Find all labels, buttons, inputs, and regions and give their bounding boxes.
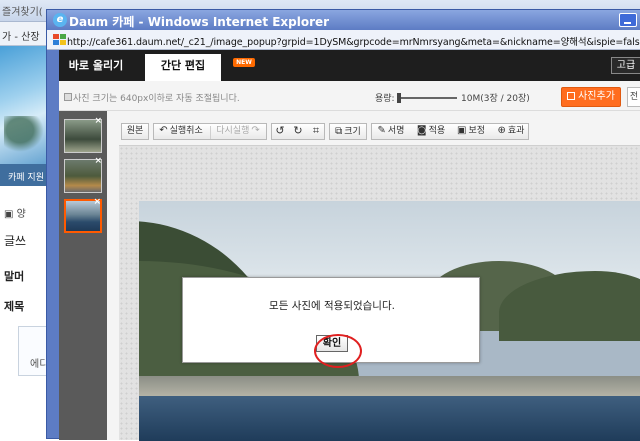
resize-icon: ⧉ [335,126,343,137]
tab-simple-edit[interactable]: 간단 편집 [145,54,221,81]
background-title: 즐겨찾기( [2,7,43,18]
resize-button[interactable]: ⧉ 크기 [329,123,367,140]
tab-advanced[interactable]: 고급 [611,57,640,74]
apply-label: 적용 [428,126,446,136]
redo-label: 다시실행 [216,126,250,136]
popup-titlebar[interactable]: e Daum 카페 - Windows Internet Explorer [47,10,640,30]
add-photo-button[interactable]: 사진추가 [561,87,621,107]
photo-editor-app: 바로 올리기 간단 편집 NEW 고급 사진 크기는 640px이하로 자동 조… [59,50,640,441]
more-button[interactable]: 전 [627,87,640,107]
minimize-button[interactable] [619,13,637,27]
palm-tree-icon [4,116,44,152]
add-photo-icon [567,92,576,100]
redo-button[interactable]: 다시실행 ↷ [211,123,267,140]
url-text[interactable]: http://cafe361.daum.net/_c21_/image_popu… [67,34,640,48]
rotate-left-button[interactable]: ↺ [271,123,289,140]
effect-label: 효과 [507,126,525,136]
crop-button[interactable]: ⌗ [307,123,325,140]
background-item-1: ▣ 양 [4,209,26,220]
capacity-label: 용량: [375,94,395,104]
background-item-4: 제목 [4,300,25,313]
capacity-value: 10M(3장 / 20장) [461,94,530,104]
thumbnail-1[interactable]: × [64,116,102,153]
popup-title: Daum 카페 - Windows Internet Explorer [69,15,330,29]
address-bar[interactable]: http://cafe361.daum.net/_c21_/image_popu… [47,30,640,50]
undo-label: 실행취소 [169,126,203,136]
cafe-support-label: 카페 지원 [8,173,44,183]
rotate-crop-group: ↺ ↻ ⌗ [271,123,325,140]
undo-redo-group: ↶ 실행취소 다시실행 ↷ [153,123,267,140]
thumbnail-3[interactable]: × [64,197,102,233]
edit-toolbar: 원본 ↶ 실행취소 다시실행 ↷ ↺ ↻ ⌗ ⧉ 크기 ✎ 서명 ◙ 적용 ▣ 보정 ⊕ 효과 [119,123,640,143]
info-note-icon [64,93,72,101]
info-bar: 사진 크기는 640px이하로 자동 조절됩니다. 용량: 10M(3장 / 2… [59,81,640,111]
camera-icon: ◙ [416,125,427,136]
background-item-3: 말머 [4,270,25,283]
background-item-2: 글쓰 [4,234,27,248]
thumbnail-strip: × × × [59,111,107,440]
internet-explorer-icon: e [53,13,67,27]
thumbnail-2[interactable]: × [64,156,102,193]
add-photo-label: 사진추가 [578,91,615,102]
new-badge: NEW [233,58,255,67]
monitor-icon: ▣ [456,125,467,136]
photo-shore [139,376,640,398]
popup-ie-window: e Daum 카페 - Windows Internet Explorer ht… [46,9,640,441]
undo-button[interactable]: ↶ 실행취소 [153,123,209,140]
editor-tabbar: 바로 올리기 간단 편집 NEW 고급 [59,50,640,81]
remove-thumbnail-3-icon[interactable]: × [93,197,101,207]
dialog-message: 모든 사진에 적용되었습니다. [269,300,395,312]
rotate-right-button[interactable]: ↻ [289,123,307,140]
capacity-fill [397,93,401,103]
pen-icon: ✎ [377,125,386,136]
background-tab-label: 가 - 산장 [2,32,40,43]
undo-icon: ↶ [159,125,168,136]
highlight-circle [314,334,362,368]
page-favicon-icon [53,34,66,45]
remove-thumbnail-2-icon[interactable]: × [94,156,102,166]
effects-group: ✎ 서명 ◙ 적용 ▣ 보정 ⊕ 효과 [371,123,529,140]
size-notice: 사진 크기는 640px이하로 자동 조절됩니다. [73,94,240,104]
resize-label: 크기 [344,127,361,137]
magnifier-icon: ⊕ [497,125,506,136]
effect-button[interactable]: ⊕ 효과 [491,123,531,140]
correct-button[interactable]: ▣ 보정 [451,123,491,140]
correct-label: 보정 [468,126,485,136]
capacity-bar [397,97,457,99]
photo-sea [139,396,640,441]
signature-button[interactable]: ✎ 서명 [371,123,411,140]
apply-button[interactable]: ◙ 적용 [411,123,451,140]
original-button[interactable]: 원본 [121,123,149,140]
remove-thumbnail-1-icon[interactable]: × [94,116,102,126]
tab-direct-upload[interactable]: 바로 올리기 [59,54,133,81]
redo-icon: ↷ [251,125,260,136]
signature-label: 서명 [387,126,405,136]
